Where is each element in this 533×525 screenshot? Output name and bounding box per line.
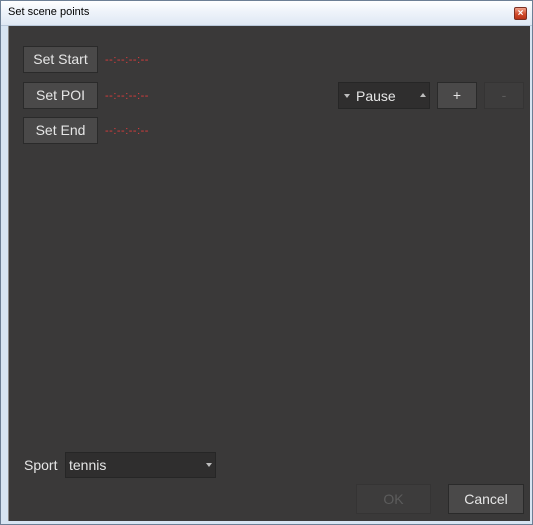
ok-button[interactable]: OK <box>356 484 431 514</box>
chevron-down-icon[interactable] <box>206 463 212 467</box>
close-icon[interactable]: × <box>514 7 527 20</box>
set-poi-button[interactable]: Set POI <box>23 82 98 109</box>
start-timecode: --:--:--:-- <box>105 54 149 66</box>
set-start-button[interactable]: Set Start <box>23 46 98 73</box>
poi-mode-value: Pause <box>356 88 396 104</box>
dialog-window: Set scene points × Set Start --:--:--:--… <box>0 0 533 525</box>
chevron-up-icon[interactable] <box>420 93 426 97</box>
title-bar[interactable]: Set scene points × <box>1 1 532 26</box>
poi-mode-spinbox[interactable]: Pause <box>338 82 430 109</box>
add-poi-button[interactable]: + <box>437 82 477 109</box>
sport-label: Sport <box>24 457 58 473</box>
poi-timecode: --:--:--:-- <box>105 90 149 102</box>
window-title: Set scene points <box>8 6 90 18</box>
cancel-button[interactable]: Cancel <box>448 484 524 514</box>
end-timecode: --:--:--:-- <box>105 125 149 137</box>
set-end-button[interactable]: Set End <box>23 117 98 144</box>
remove-poi-button[interactable]: - <box>484 82 524 109</box>
dialog-content: Set Start --:--:--:-- Set POI --:--:--:-… <box>8 26 530 521</box>
sport-dropdown[interactable]: tennis <box>65 452 216 478</box>
chevron-down-icon[interactable] <box>344 94 350 98</box>
sport-value: tennis <box>69 457 107 473</box>
